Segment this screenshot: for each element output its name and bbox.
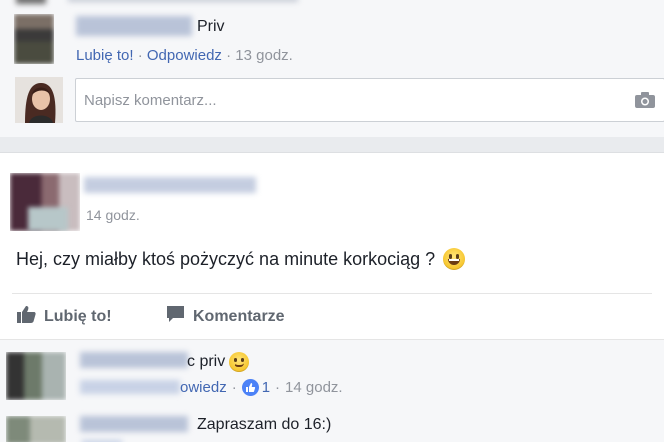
comment-text: Priv	[197, 18, 225, 35]
comment1-like-blurred[interactable]	[80, 380, 180, 394]
like-label: Lubię to!	[44, 307, 112, 325]
comment-time[interactable]: 13 godz.	[235, 47, 293, 64]
comment-input-box[interactable]	[75, 78, 664, 122]
divider	[12, 293, 652, 294]
reply-link[interactable]: Odpowiedz	[147, 47, 222, 64]
user-photo	[15, 77, 63, 123]
thumbs-up-icon	[17, 305, 36, 328]
comment1-meta: owiedz · 1 · 14 godz.	[180, 379, 343, 396]
comment2-text: Zapraszam do 16:)	[197, 416, 332, 433]
commenter-avatar[interactable]	[14, 14, 54, 64]
post-author-name[interactable]	[84, 177, 256, 193]
post-author-avatar[interactable]	[10, 173, 80, 231]
comment1-avatar[interactable]	[6, 352, 66, 400]
like-reaction-icon	[241, 379, 259, 396]
grinning-face-emoji	[443, 248, 466, 270]
post-card: 14 godz. Hej, czy miałby ktoś pożyczyć n…	[0, 152, 664, 442]
reply-link-partial[interactable]: owiedz	[180, 379, 227, 396]
comment2-name[interactable]	[80, 416, 188, 432]
post-body: Hej, czy miałby ktoś pożyczyć na minute …	[16, 248, 466, 270]
cropped-avatar	[16, 0, 46, 4]
camera-icon[interactable]	[634, 91, 656, 114]
current-user-avatar[interactable]	[15, 77, 63, 123]
comment-button[interactable]: Komentarze	[166, 305, 285, 328]
comment1-time[interactable]: 14 godz.	[285, 379, 343, 396]
previous-post-card: Priv Lubię to! · Odpowiedz · 13 godz.	[0, 0, 664, 137]
commenter-name[interactable]	[76, 16, 192, 36]
post-text: Hej, czy miałby ktoś pożyczyć na minute …	[16, 248, 436, 269]
like-count-badge[interactable]: 1	[241, 379, 270, 396]
comment1-name[interactable]	[80, 352, 188, 368]
like-button[interactable]: Lubię to!	[17, 305, 112, 328]
comment-input[interactable]	[76, 79, 616, 121]
comments-section: Priv Lubię to! · Odpowiedz · 13 godz.	[0, 0, 664, 137]
post-time[interactable]: 14 godz.	[86, 207, 140, 223]
comment-meta: Lubię to! · Odpowiedz · 13 godz.	[76, 47, 293, 64]
comment2-avatar[interactable]	[6, 416, 66, 442]
cropped-text	[68, 0, 298, 2]
smiling-face-emoji	[229, 352, 250, 372]
speech-bubble-icon	[166, 305, 185, 328]
comment-label: Komentarze	[193, 307, 285, 325]
comment1-body: c priv	[187, 352, 250, 372]
like-link[interactable]: Lubię to!	[76, 47, 134, 64]
post-comments: c priv owiedz · 1 · 14 godz. Zapraszam d…	[0, 339, 664, 442]
